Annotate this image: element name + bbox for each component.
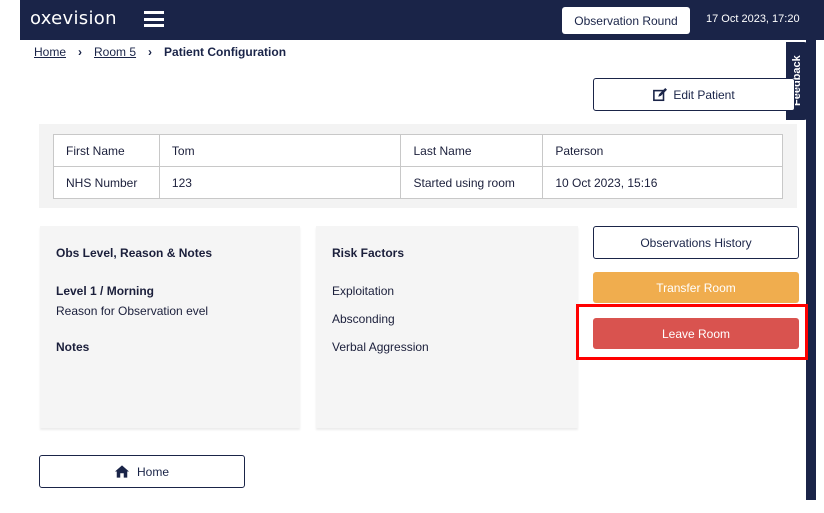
obs-card-title: Obs Level, Reason & Notes <box>56 246 213 260</box>
edit-patient-label: Edit Patient <box>673 87 735 102</box>
home-button-label: Home <box>136 464 169 479</box>
observations-history-button[interactable]: Observations History <box>593 226 799 259</box>
risk-factors-card: Risk Factors Exploitation Absconding Ver… <box>316 226 578 428</box>
menu-icon[interactable] <box>144 11 164 27</box>
edit-icon <box>653 87 668 101</box>
observation-round-button[interactable]: Observation Round <box>562 7 690 34</box>
started-room-value: 10 Oct 2023, 15:16 <box>542 166 783 199</box>
chevron-right-icon: › <box>148 45 153 59</box>
risk-card-title: Risk Factors <box>332 246 405 260</box>
risk-factor-item: Exploitation <box>332 284 395 298</box>
breadcrumb: Home › Room 5 › Patient Configuration <box>34 45 286 59</box>
current-datetime: 17 Oct 2023, 17:20 <box>706 13 800 25</box>
risk-factor-item: Verbal Aggression <box>332 340 429 354</box>
breadcrumb-room[interactable]: Room 5 <box>94 45 136 59</box>
leave-room-button[interactable]: Leave Room <box>593 318 799 349</box>
obs-reason: Reason for Observation evel <box>56 304 209 318</box>
top-bar: oxevision Observation Round 17 Oct 2023,… <box>20 0 824 40</box>
edit-patient-button[interactable]: Edit Patient <box>593 78 795 111</box>
app-logo: oxevision <box>30 8 117 29</box>
started-room-label: Started using room <box>400 166 544 199</box>
notes-label: Notes <box>56 340 90 354</box>
transfer-room-button[interactable]: Transfer Room <box>593 272 799 303</box>
home-button[interactable]: Home <box>39 455 245 488</box>
last-name-value: Paterson <box>542 134 783 167</box>
breadcrumb-current: Patient Configuration <box>164 45 287 59</box>
nhs-number-value: 123 <box>158 166 402 199</box>
patient-info-panel: First Name Tom Last Name Paterson NHS Nu… <box>39 124 797 208</box>
last-name-label: Last Name <box>400 134 544 167</box>
breadcrumb-home[interactable]: Home <box>34 45 66 59</box>
chevron-right-icon: › <box>78 45 83 59</box>
obs-level: Level 1 / Morning <box>56 284 155 298</box>
risk-factor-item: Absconding <box>332 312 395 326</box>
table-row: First Name Tom Last Name Paterson <box>53 134 783 167</box>
table-row: NHS Number 123 Started using room 10 Oct… <box>53 166 783 199</box>
obs-level-card: Obs Level, Reason & Notes Level 1 / Morn… <box>40 226 300 428</box>
first-name-label: First Name <box>53 134 160 167</box>
nhs-number-label: NHS Number <box>53 166 160 199</box>
patient-info-table: First Name Tom Last Name Paterson NHS Nu… <box>53 134 783 199</box>
home-icon <box>114 465 129 478</box>
first-name-value: Tom <box>158 134 402 167</box>
